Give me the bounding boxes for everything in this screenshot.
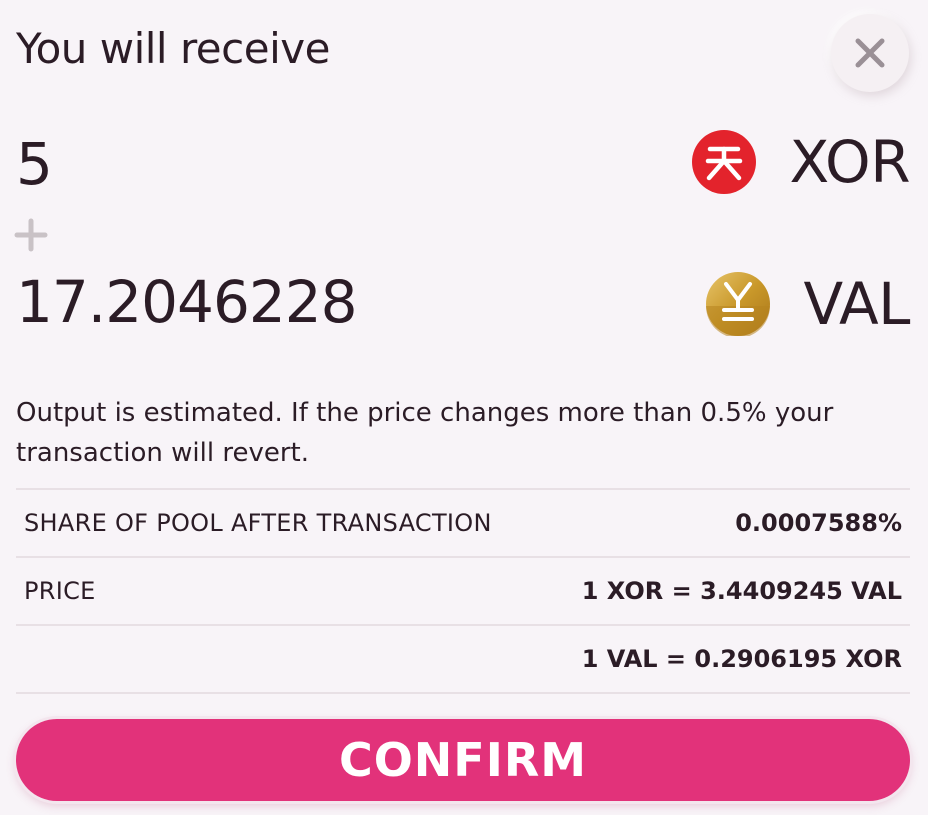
price-row-inverse: 1 VAL = 0.2906195 XOR: [16, 626, 910, 694]
val-symbol: VAL: [803, 270, 911, 338]
page-title: You will receive: [16, 24, 330, 73]
confirm-button[interactable]: CONFIRM: [16, 719, 910, 801]
share-of-pool-value: 0.0007588%: [735, 509, 902, 537]
val-amount: 17.2046228: [16, 268, 358, 336]
price-value-val-xor: 1 VAL = 0.2906195 XOR: [581, 645, 902, 673]
price-row: PRICE 1 XOR = 3.4409245 VAL: [16, 558, 910, 626]
close-button[interactable]: [831, 14, 909, 92]
xor-token-icon: [691, 130, 756, 194]
share-of-pool-label: SHARE OF POOL AFTER TRANSACTION: [24, 509, 492, 537]
val-token: VAL: [705, 270, 911, 338]
val-token-icon: [705, 272, 770, 336]
xor-amount: 5: [16, 130, 53, 198]
plus-icon: [14, 218, 48, 252]
price-value-xor-val: 1 XOR = 3.4409245 VAL: [581, 577, 902, 605]
estimate-notice: Output is estimated. If the price change…: [16, 398, 834, 468]
share-of-pool-row: SHARE OF POOL AFTER TRANSACTION 0.000758…: [16, 490, 910, 558]
xor-token: XOR: [691, 128, 911, 196]
xor-symbol: XOR: [789, 128, 911, 196]
transaction-info: SHARE OF POOL AFTER TRANSACTION 0.000758…: [16, 488, 910, 694]
price-label: PRICE: [24, 577, 96, 605]
close-icon: [855, 38, 885, 68]
